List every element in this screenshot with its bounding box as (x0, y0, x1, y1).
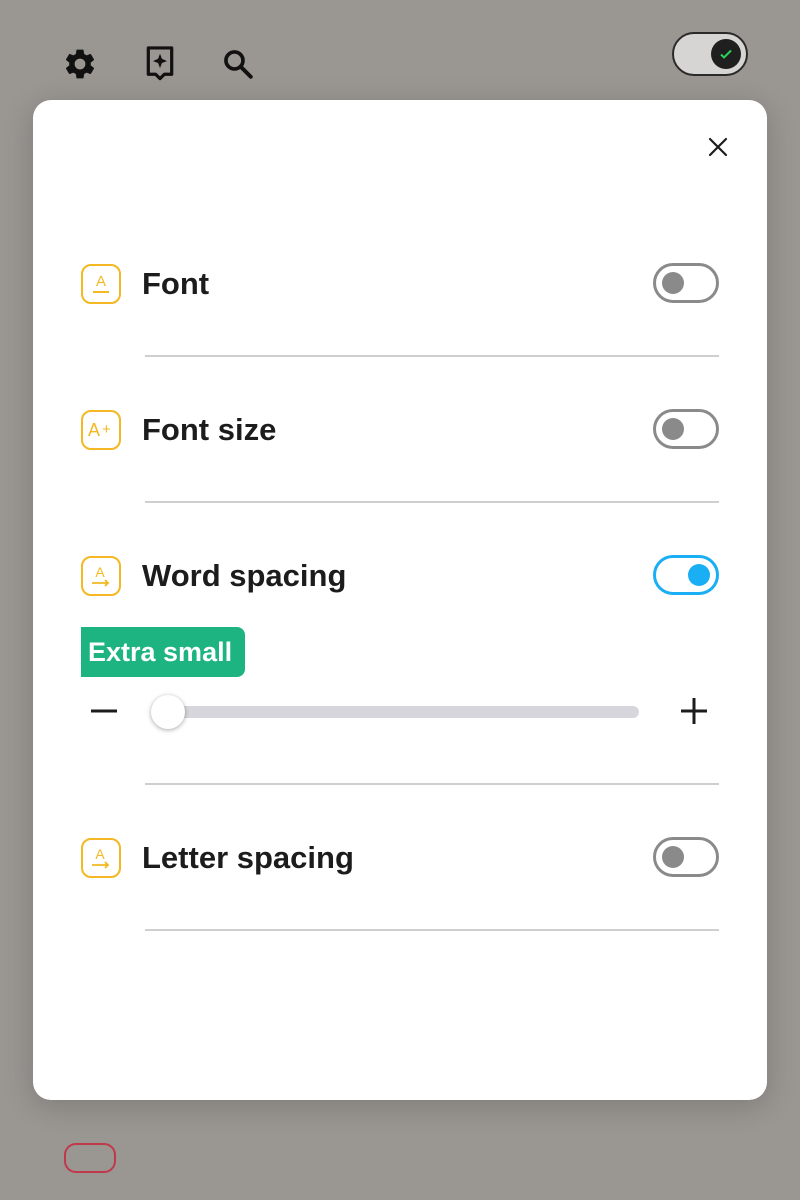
setting-label: Font (142, 266, 210, 301)
divider (145, 929, 719, 931)
setting-row-word-spacing: A Word spacing (81, 554, 719, 602)
svg-text:A: A (96, 273, 106, 290)
setting-label: Letter spacing (142, 840, 354, 875)
svg-text:A: A (95, 564, 105, 580)
word-spacing-toggle[interactable] (653, 555, 719, 595)
setting-label: Font size (142, 412, 277, 447)
font-size-icon: A + (81, 410, 121, 450)
letter-spacing-icon: A (81, 838, 121, 878)
close-icon[interactable] (703, 132, 733, 162)
setting-row-font: A Font (81, 262, 719, 310)
spacing-level-badge: Extra small (81, 627, 246, 677)
setting-row-font-size: A + Font size (81, 408, 719, 456)
setting-label: Word spacing (142, 558, 347, 593)
sparkle-bookmark-icon[interactable] (140, 44, 180, 84)
font-toggle[interactable] (653, 263, 719, 303)
word-spacing-slider[interactable] (151, 695, 639, 729)
gear-icon[interactable] (60, 44, 100, 84)
divider (145, 355, 719, 357)
background-button-partial (64, 1143, 116, 1173)
divider (145, 783, 719, 785)
font-icon: A (81, 264, 121, 304)
minus-icon[interactable] (84, 691, 124, 731)
plus-icon[interactable] (674, 691, 714, 731)
check-icon (711, 39, 741, 69)
accessibility-settings-dialog: A Font A + Font size A Word spacing Extra… (33, 100, 767, 1100)
svg-text:A: A (88, 420, 100, 440)
svg-text:+: + (102, 421, 111, 438)
font-size-toggle[interactable] (653, 409, 719, 449)
slider-thumb[interactable] (151, 695, 185, 729)
letter-spacing-toggle[interactable] (653, 837, 719, 877)
word-spacing-icon: A (81, 556, 121, 596)
divider (145, 501, 719, 503)
setting-row-letter-spacing: A Letter spacing (81, 836, 719, 884)
svg-text:A: A (95, 846, 105, 862)
search-icon[interactable] (218, 44, 258, 84)
master-toggle[interactable] (672, 32, 748, 76)
